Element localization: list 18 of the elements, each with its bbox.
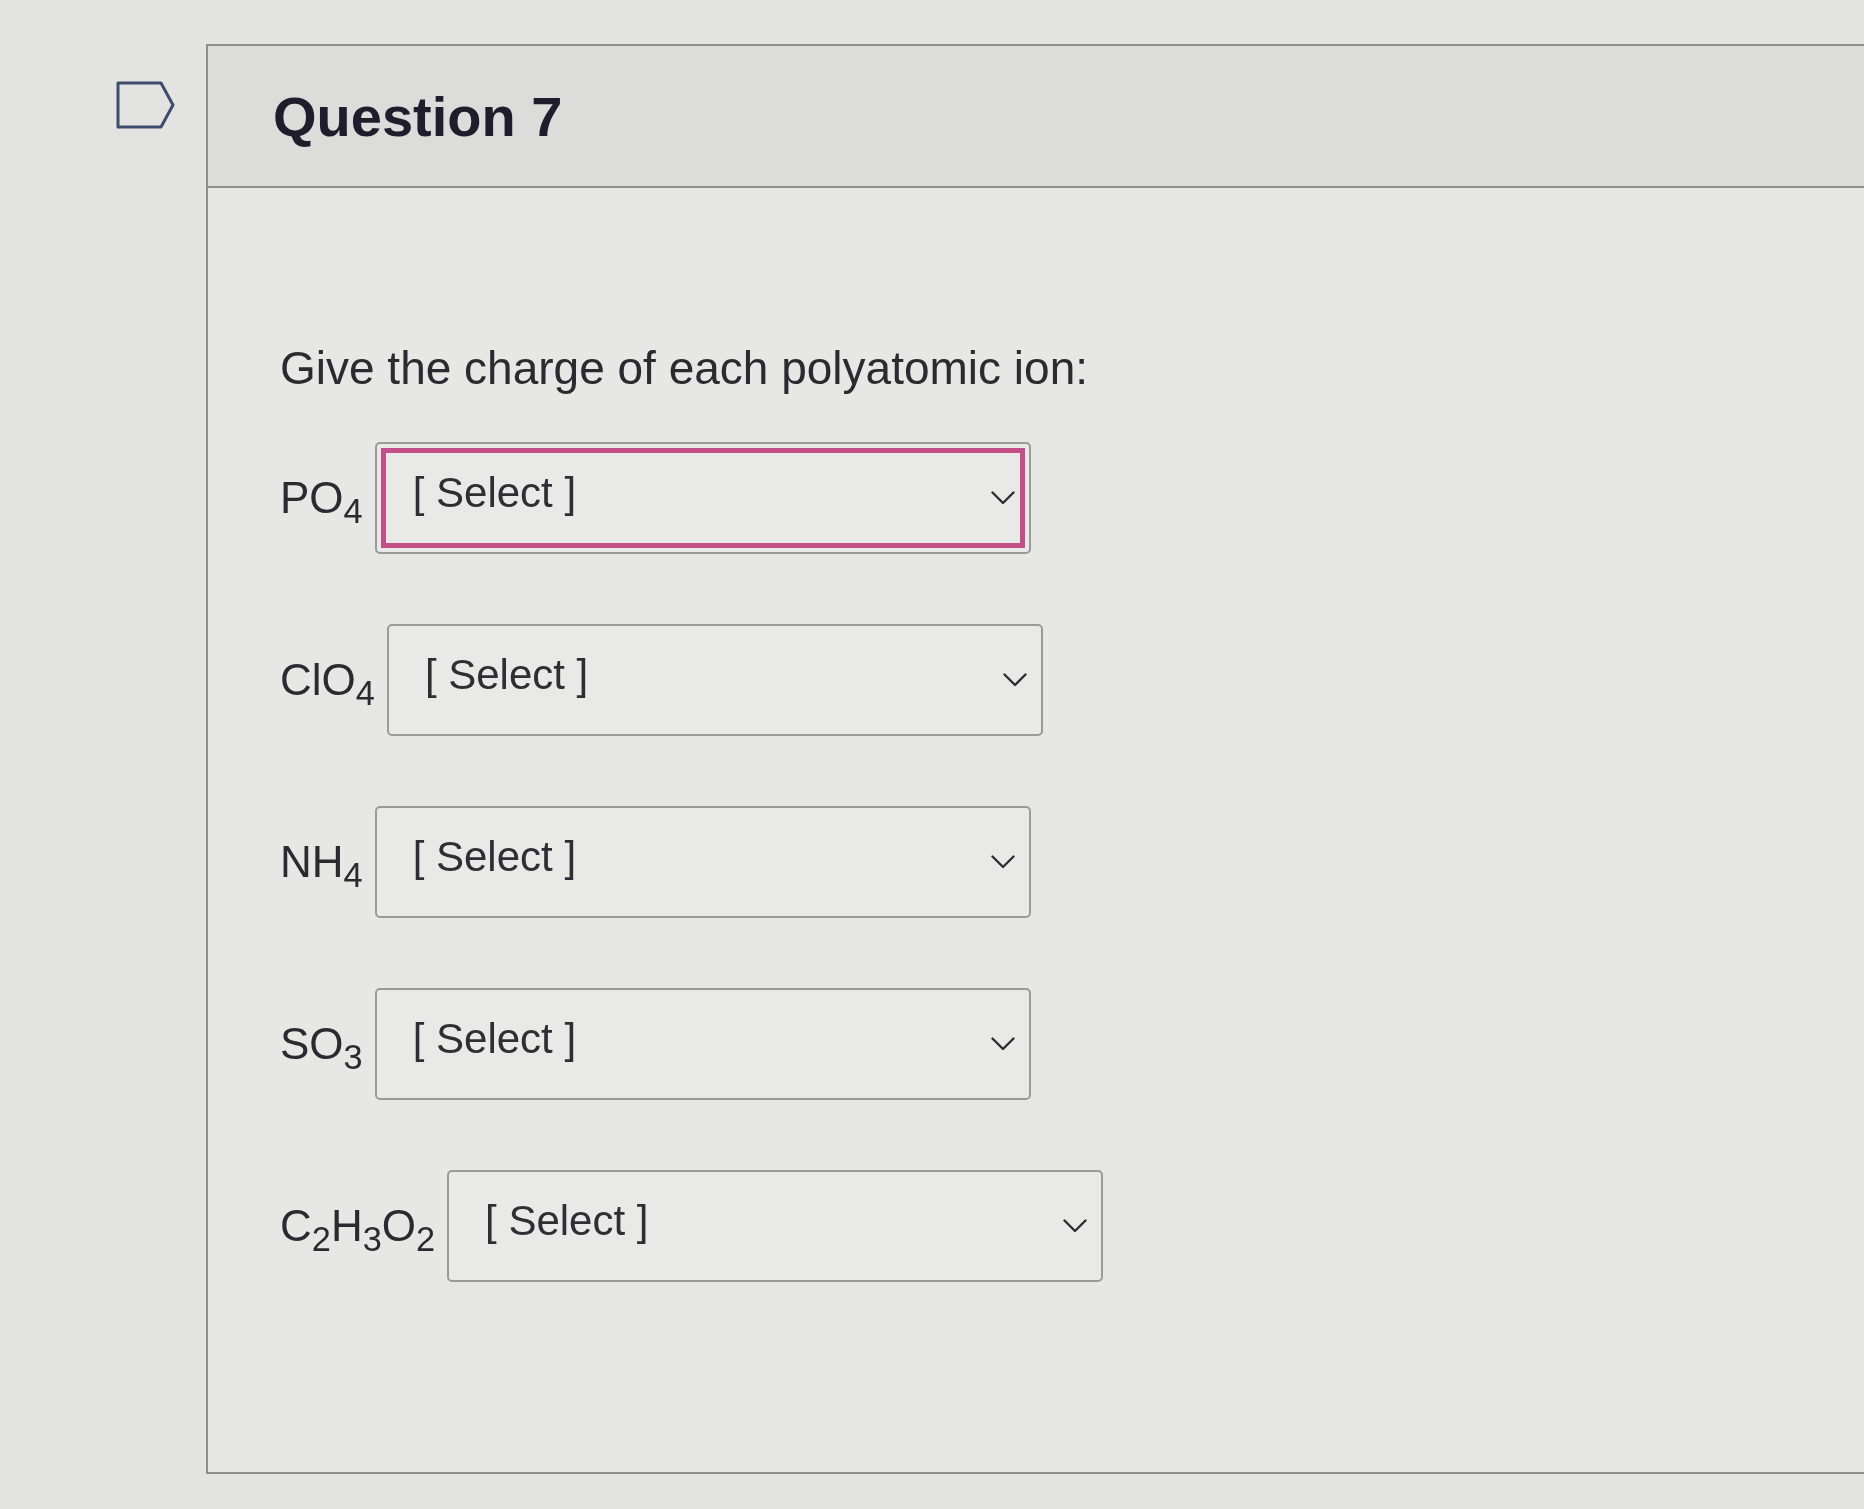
ion-formula: NH$_{4}$ [280, 835, 363, 889]
charge-dropdown[interactable]: [ Select ] [447, 1170, 1104, 1283]
ion-formula: SO$_{3}$ [280, 1017, 363, 1071]
flag-icon[interactable] [115, 80, 177, 130]
ion-formula: ClO$_{4}$ [280, 653, 375, 707]
chevron-down-icon [1063, 1219, 1088, 1234]
ion-formula: PO$_{4}$ [280, 471, 363, 525]
charge-dropdown[interactable]: [ Select ] [386, 624, 1043, 737]
charge-dropdown[interactable]: [ Select ] [374, 806, 1031, 919]
question-prompt: Give the charge of each polyatomic ion: [280, 341, 1088, 396]
chevron-down-icon [990, 1037, 1015, 1052]
question-title: Question 7 [273, 83, 563, 149]
charge-dropdown[interactable]: [ Select ] [374, 988, 1031, 1101]
chevron-down-icon [990, 491, 1015, 506]
charge-dropdown[interactable]: [ Select ] [374, 442, 1031, 555]
chevron-down-icon [990, 855, 1015, 870]
chevron-down-icon [1002, 673, 1027, 688]
ion-formula: C$_{2}$H$_{3}$O$_{2}$ [280, 1199, 436, 1253]
